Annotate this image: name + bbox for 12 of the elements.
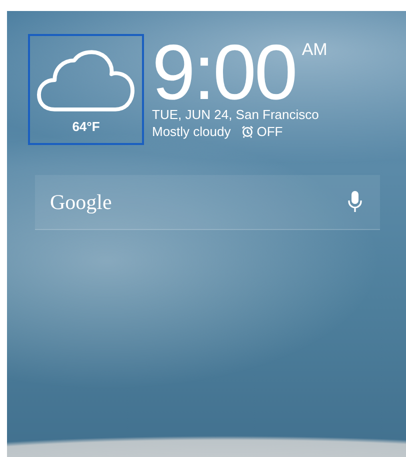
weather-widget[interactable]: 64°F xyxy=(28,34,144,145)
temperature: 64°F xyxy=(72,119,100,134)
microphone-icon[interactable] xyxy=(348,191,362,213)
date-location: TUE, JUN 24, San Francisco xyxy=(152,106,320,123)
search-bar[interactable]: Google xyxy=(35,175,380,230)
clock-time[interactable]: 9:00 xyxy=(152,36,296,108)
am-pm-label: AM xyxy=(302,40,328,60)
search-logo-text: Google xyxy=(50,190,112,214)
alarm-status: OFF xyxy=(256,123,283,140)
alarm-clock-icon xyxy=(240,125,254,138)
cloud-icon xyxy=(37,48,135,114)
weather-condition: Mostly cloudy xyxy=(152,123,231,140)
